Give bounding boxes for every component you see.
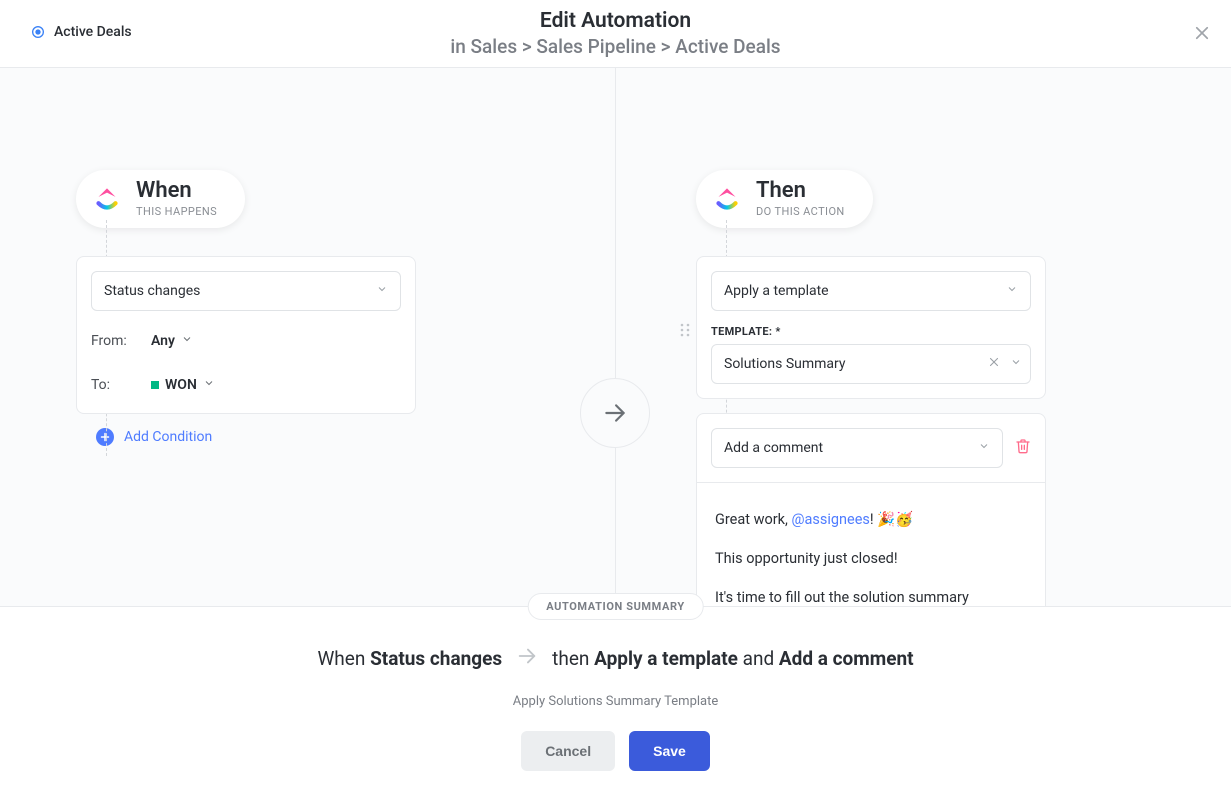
save-button[interactable]: Save (629, 731, 710, 771)
template-value: Solutions Summary (724, 356, 846, 372)
template-label: TEMPLATE: * (711, 325, 1031, 338)
action-type-select[interactable]: Add a comment (711, 428, 1003, 468)
action-type-value: Apply a template (724, 283, 829, 299)
app-logo-icon (90, 182, 124, 216)
trigger-card: Status changes From: Any To: WON (76, 256, 416, 414)
add-condition-button[interactable]: Add Condition (96, 428, 416, 446)
clear-template-button[interactable] (988, 356, 1000, 372)
add-condition-label: Add Condition (124, 429, 212, 445)
comment-text: ! 🎉🥳 (870, 511, 913, 528)
status-color-swatch (151, 381, 159, 389)
trigger-select[interactable]: Status changes (91, 271, 401, 311)
divider (615, 68, 616, 606)
when-title: When (136, 180, 217, 202)
chevron-down-icon (203, 377, 215, 393)
flow-arrow (580, 378, 650, 448)
to-label: To: (91, 377, 151, 393)
action-type-select[interactable]: Apply a template (711, 271, 1031, 311)
mention: @assignees (791, 511, 869, 528)
summary-then-word: then (552, 647, 589, 670)
chevron-down-icon (181, 333, 193, 349)
pin-icon (30, 24, 46, 40)
then-subtitle: DO THIS ACTION (756, 205, 845, 218)
summary-chip: AUTOMATION SUMMARY (527, 593, 704, 620)
action-type-value: Add a comment (724, 440, 823, 456)
action-card-comment: Add a comment Great work, @assignees! 🎉🥳 (696, 413, 1046, 606)
automation-summary: When Status changes then Apply a templat… (0, 645, 1231, 672)
to-picker[interactable]: WON (151, 377, 215, 393)
from-value: Any (151, 333, 175, 349)
from-label: From: (91, 333, 151, 349)
summary-action1: Apply a template (594, 647, 738, 670)
summary-and-word: and (743, 647, 775, 670)
summary-description: Apply Solutions Summary Template (0, 694, 1231, 709)
chevron-down-icon (376, 283, 388, 299)
comment-body[interactable]: Great work, @assignees! 🎉🥳 This opportun… (711, 501, 1031, 606)
from-picker[interactable]: Any (151, 333, 193, 349)
breadcrumb: in Sales > Sales Pipeline > Active Deals (450, 35, 780, 58)
cancel-button[interactable]: Cancel (521, 731, 615, 771)
chevron-down-icon (1006, 283, 1018, 299)
chevron-down-icon (978, 440, 990, 456)
trigger-value: Status changes (104, 283, 200, 299)
location-text: Active Deals (54, 24, 132, 40)
close-button[interactable] (1193, 24, 1211, 42)
page-title: Edit Automation (450, 9, 780, 33)
chevron-down-icon (1010, 356, 1022, 372)
app-logo-icon (710, 182, 744, 216)
summary-trigger: Status changes (370, 647, 502, 670)
location-indicator: Active Deals (30, 24, 132, 40)
to-value: WON (165, 377, 197, 393)
then-header: Then DO THIS ACTION (696, 170, 873, 228)
action-card-template: Apply a template TEMPLATE: * Solutions S… (696, 256, 1046, 399)
summary-action2: Add a comment (779, 647, 914, 670)
plus-circle-icon (96, 428, 114, 446)
delete-action-button[interactable] (1015, 438, 1031, 458)
arrow-right-icon (516, 645, 538, 672)
drag-handle-icon[interactable] (680, 322, 690, 341)
summary-when-word: When (317, 647, 365, 670)
when-subtitle: THIS HAPPENS (136, 205, 217, 218)
when-header: When THIS HAPPENS (76, 170, 245, 228)
comment-text: This opportunity just closed! (715, 548, 1027, 569)
then-title: Then (756, 180, 845, 202)
template-select[interactable]: Solutions Summary (711, 344, 1031, 384)
comment-text: Great work, (715, 511, 791, 528)
comment-text: It's time to fill out the solution summa… (715, 587, 1027, 606)
